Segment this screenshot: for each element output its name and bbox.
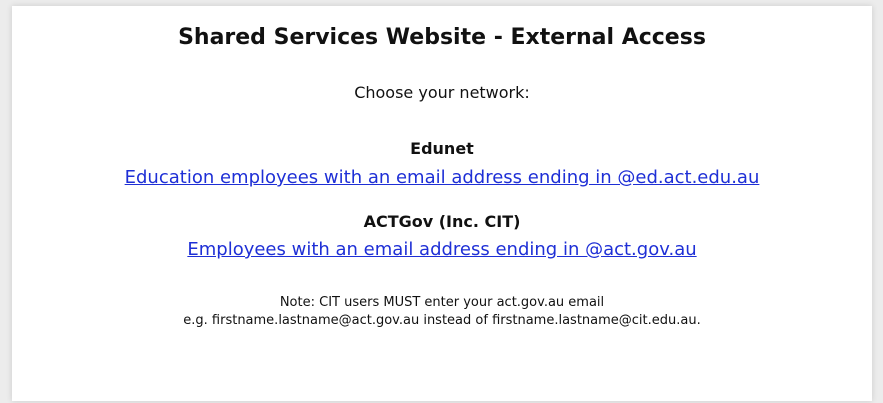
network-option-edunet: Education employees with an email addres…: [12, 167, 872, 188]
page-title: Shared Services Website - External Acces…: [178, 25, 706, 50]
network-name-edunet: Edunet: [410, 139, 474, 158]
note-line-1: Note: CIT users MUST enter your act.gov.…: [279, 295, 605, 310]
choose-network-label: Choose your network:: [354, 83, 530, 102]
access-panel: Shared Services Website - External Acces…: [12, 6, 872, 401]
edunet-link[interactable]: Education employees with an email addres…: [125, 167, 760, 188]
network-option-actgov: Employees with an email address ending i…: [12, 239, 872, 260]
actgov-link[interactable]: Employees with an email address ending i…: [187, 239, 696, 260]
network-name-actgov: ACTGov (Inc. CIT): [363, 212, 521, 231]
page-frame: Shared Services Website - External Acces…: [0, 0, 883, 403]
note-line-2: e.g. firstname.lastname@act.gov.au inste…: [183, 313, 701, 328]
